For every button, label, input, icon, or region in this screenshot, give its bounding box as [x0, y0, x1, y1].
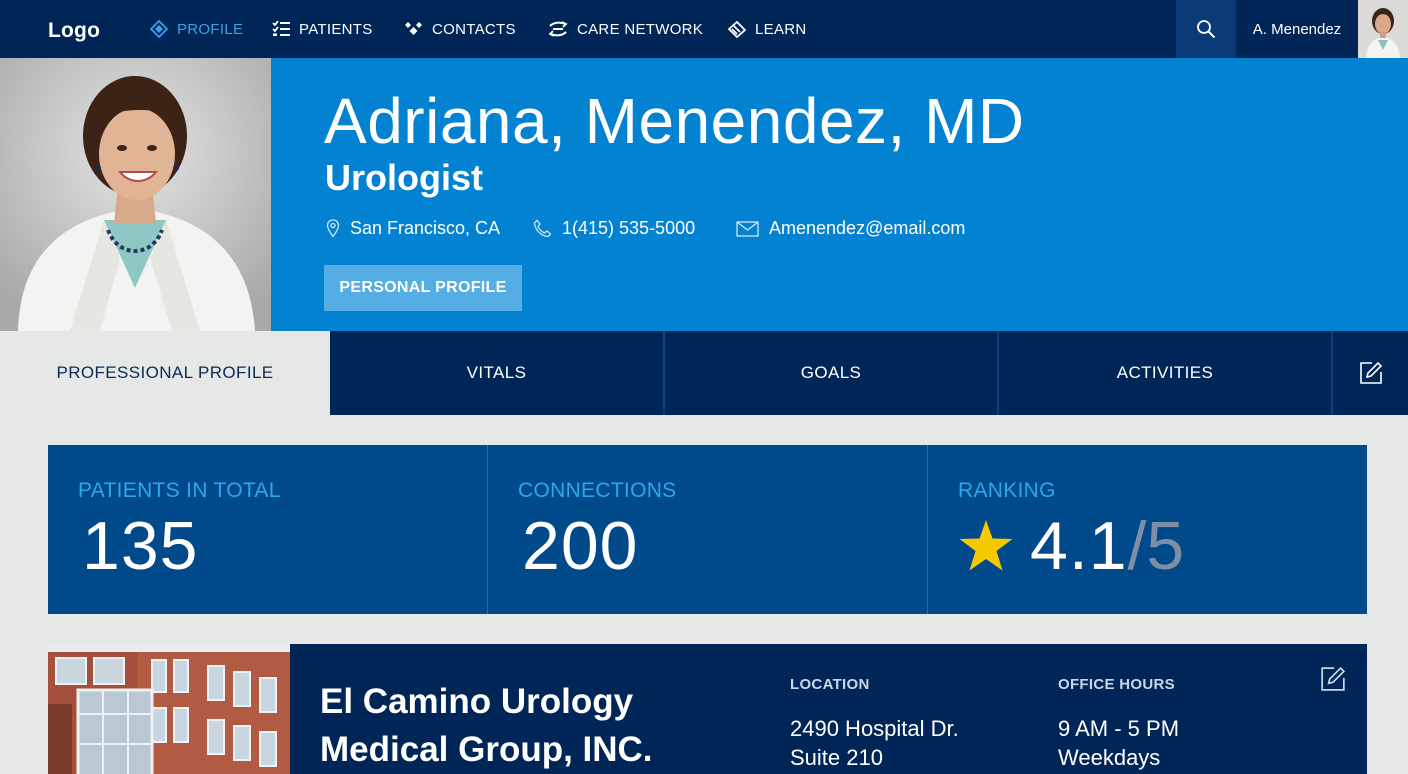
building-image	[48, 644, 290, 774]
office-card: El Camino Urology Medical Group, INC. LO…	[48, 644, 1367, 774]
search-button[interactable]	[1176, 0, 1236, 58]
doctor-name: Adriana, Menendez, MD	[324, 85, 1025, 157]
top-navigation: Logo PROFILE PATIENTS CONTACTS CARE NETW…	[0, 0, 1408, 58]
learn-icon	[727, 20, 746, 38]
tab-divider	[1331, 331, 1333, 415]
contacts-icon	[405, 22, 422, 35]
tab-professional-profile[interactable]: PROFESSIONAL PROFILE	[0, 331, 330, 415]
email-info[interactable]: Amenendez@email.com	[736, 218, 965, 239]
mail-icon	[736, 220, 759, 237]
office-hours-label: OFFICE HOURS	[1058, 676, 1175, 693]
stats-panel: PATIENTS IN TOTAL 135 CONNECTIONS 200 RA…	[48, 445, 1367, 614]
nav-item-label: PROFILE	[177, 20, 244, 38]
location-label: LOCATION	[790, 676, 870, 693]
office-building-photo	[48, 644, 290, 774]
stat-label: PATIENTS IN TOTAL	[78, 479, 281, 502]
nav-item-care-network[interactable]: CARE NETWORK	[548, 0, 703, 58]
patients-list-icon	[272, 21, 290, 36]
profile-header: Adriana, Menendez, MD Urologist San Fran…	[0, 58, 1408, 331]
doctor-specialty: Urologist	[325, 157, 483, 198]
phone-info[interactable]: 1(415) 535-5000	[533, 218, 695, 239]
nav-item-patients[interactable]: PATIENTS	[272, 0, 373, 58]
stat-value: 135	[82, 508, 199, 584]
stat-label: RANKING	[958, 479, 1056, 502]
stat-patients: PATIENTS IN TOTAL 135	[48, 445, 487, 614]
avatar-image	[1358, 0, 1408, 58]
edit-profile-button[interactable]	[1334, 331, 1408, 415]
stat-connections: CONNECTIONS 200	[488, 445, 927, 614]
edit-icon	[1321, 666, 1346, 691]
stat-value: 200	[522, 508, 639, 584]
ranking-row: 4.1/5	[958, 507, 1184, 585]
office-hours: 9 AM - 5 PM Weekdays	[1058, 714, 1179, 772]
avatar[interactable]	[1358, 0, 1408, 58]
tab-activities[interactable]: ACTIVITIES	[999, 331, 1331, 415]
doctor-portrait-image	[0, 58, 271, 331]
nav-item-profile[interactable]: PROFILE	[150, 0, 243, 58]
phone-text: 1(415) 535-5000	[562, 218, 696, 238]
office-name-line: El Camino Urology	[320, 682, 634, 721]
office-address: 2490 Hospital Dr. Suite 210	[790, 714, 959, 772]
nav-item-learn[interactable]: LEARN	[727, 0, 807, 58]
nav-item-contacts[interactable]: CONTACTS	[404, 0, 516, 58]
logo[interactable]: Logo	[48, 19, 100, 43]
stat-ranking: RANKING 4.1/5	[928, 445, 1367, 614]
ranking-value: 4.1	[1030, 508, 1128, 584]
search-icon	[1197, 20, 1216, 39]
nav-item-label: CONTACTS	[432, 20, 516, 38]
tab-vitals[interactable]: VITALS	[330, 331, 663, 415]
care-network-icon	[548, 21, 568, 37]
email-text: Amenendez@email.com	[769, 218, 966, 238]
office-name: El Camino Urology Medical Group, INC.	[320, 678, 740, 774]
profile-tabs: PROFESSIONAL PROFILE VITALS GOALS ACTIVI…	[0, 331, 1408, 415]
star-icon	[959, 520, 1013, 571]
doctor-photo	[0, 58, 271, 331]
phone-icon	[533, 219, 552, 238]
location-text: San Francisco, CA	[350, 218, 501, 238]
location-pin-icon	[326, 219, 340, 238]
hours-line: 9 AM - 5 PM	[1058, 716, 1180, 741]
user-menu[interactable]: A. Menendez	[1236, 0, 1358, 58]
address-line: 2490 Hospital Dr.	[790, 716, 959, 741]
location-info: San Francisco, CA	[326, 218, 500, 239]
profile-icon	[150, 20, 168, 38]
edit-office-button[interactable]	[1320, 666, 1348, 694]
stat-label: CONNECTIONS	[518, 479, 677, 502]
edit-icon	[1360, 361, 1383, 384]
personal-profile-button[interactable]: PERSONAL PROFILE	[324, 265, 522, 311]
nav-item-label: PATIENTS	[299, 20, 373, 38]
ranking-max: /5	[1127, 508, 1185, 584]
tab-goals[interactable]: GOALS	[665, 331, 997, 415]
nav-item-label: LEARN	[755, 20, 807, 38]
nav-item-label: CARE NETWORK	[577, 20, 704, 38]
office-name-line: Medical Group, INC.	[320, 730, 653, 769]
address-line: Suite 210	[790, 745, 883, 770]
hours-line: Weekdays	[1058, 745, 1161, 770]
